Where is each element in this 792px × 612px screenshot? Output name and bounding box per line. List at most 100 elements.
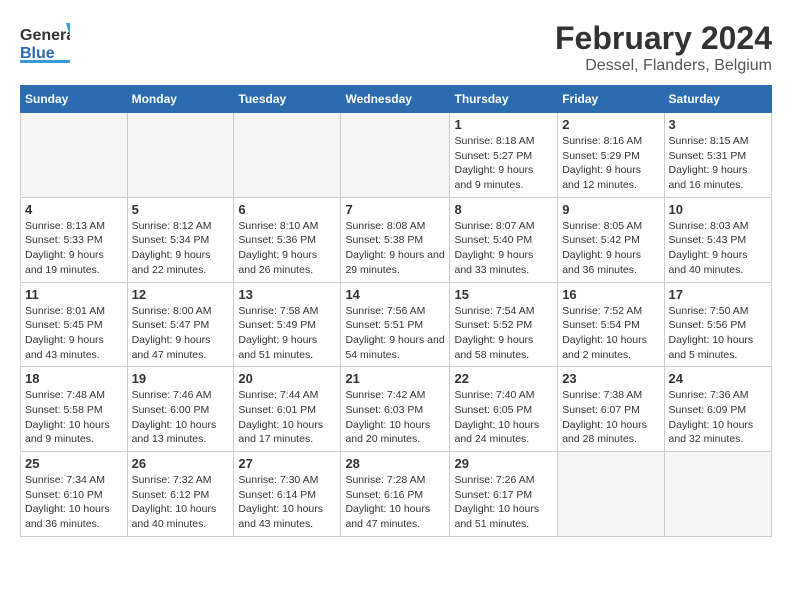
day-number: 21 <box>345 371 445 386</box>
day-info: Sunrise: 7:54 AMSunset: 5:52 PMDaylight:… <box>454 304 553 363</box>
day-info: Sunrise: 7:56 AMSunset: 5:51 PMDaylight:… <box>345 304 445 363</box>
day-number: 16 <box>562 287 659 302</box>
day-number: 7 <box>345 202 445 217</box>
day-info: Sunrise: 8:01 AMSunset: 5:45 PMDaylight:… <box>25 304 123 363</box>
day-number: 10 <box>669 202 767 217</box>
calendar-day: 27 Sunrise: 7:30 AMSunset: 6:14 PMDayligh… <box>234 452 341 537</box>
calendar-day: 12 Sunrise: 8:00 AMSunset: 5:47 PMDayligh… <box>127 282 234 367</box>
weekday-header-saturday: Saturday <box>664 86 771 113</box>
day-number: 27 <box>238 456 336 471</box>
calendar-day: 19 Sunrise: 7:46 AMSunset: 6:00 PMDayligh… <box>127 367 234 452</box>
day-info: Sunrise: 7:30 AMSunset: 6:14 PMDaylight:… <box>238 473 336 532</box>
title-section: February 2024 Dessel, Flanders, Belgium <box>555 20 772 75</box>
calendar-day: 18 Sunrise: 7:48 AMSunset: 5:58 PMDayligh… <box>21 367 128 452</box>
calendar-day: 5 Sunrise: 8:12 AMSunset: 5:34 PMDaylight… <box>127 197 234 282</box>
day-number: 4 <box>25 202 123 217</box>
calendar-day: 8 Sunrise: 8:07 AMSunset: 5:40 PMDaylight… <box>450 197 558 282</box>
calendar-day <box>127 113 234 198</box>
day-info: Sunrise: 7:42 AMSunset: 6:03 PMDaylight:… <box>345 388 445 447</box>
day-number: 8 <box>454 202 553 217</box>
calendar-day: 14 Sunrise: 7:56 AMSunset: 5:51 PMDayligh… <box>341 282 450 367</box>
day-number: 19 <box>132 371 230 386</box>
weekday-header-wednesday: Wednesday <box>341 86 450 113</box>
day-info: Sunrise: 7:46 AMSunset: 6:00 PMDaylight:… <box>132 388 230 447</box>
calendar-day: 11 Sunrise: 8:01 AMSunset: 5:45 PMDayligh… <box>21 282 128 367</box>
svg-text:Blue: Blue <box>20 45 55 62</box>
day-info: Sunrise: 8:10 AMSunset: 5:36 PMDaylight:… <box>238 219 336 278</box>
day-info: Sunrise: 7:58 AMSunset: 5:49 PMDaylight:… <box>238 304 336 363</box>
day-info: Sunrise: 8:16 AMSunset: 5:29 PMDaylight:… <box>562 134 659 193</box>
day-info: Sunrise: 8:12 AMSunset: 5:34 PMDaylight:… <box>132 219 230 278</box>
calendar-day: 17 Sunrise: 7:50 AMSunset: 5:56 PMDayligh… <box>664 282 771 367</box>
calendar-day: 23 Sunrise: 7:38 AMSunset: 6:07 PMDayligh… <box>558 367 664 452</box>
calendar-day: 25Sunrise: 7:34 AMSunset: 6:10 PMDayligh… <box>21 452 128 537</box>
day-number: 23 <box>562 371 659 386</box>
calendar-week-3: 11 Sunrise: 8:01 AMSunset: 5:45 PMDayligh… <box>21 282 772 367</box>
calendar-day: 26Sunrise: 7:32 AMSunset: 6:12 PMDayligh… <box>127 452 234 537</box>
day-number: 17 <box>669 287 767 302</box>
calendar-week-4: 18 Sunrise: 7:48 AMSunset: 5:58 PMDayligh… <box>21 367 772 452</box>
weekday-header-tuesday: Tuesday <box>234 86 341 113</box>
day-number: 11 <box>25 287 123 302</box>
calendar-day: 4 Sunrise: 8:13 AMSunset: 5:33 PMDaylight… <box>21 197 128 282</box>
day-info: Sunrise: 8:13 AMSunset: 5:33 PMDaylight:… <box>25 219 123 278</box>
calendar-day: 1 Sunrise: 8:18 AMSunset: 5:27 PMDaylight… <box>450 113 558 198</box>
day-number: 6 <box>238 202 336 217</box>
day-info: Sunrise: 8:00 AMSunset: 5:47 PMDaylight:… <box>132 304 230 363</box>
day-info: Sunrise: 7:48 AMSunset: 5:58 PMDaylight:… <box>25 388 123 447</box>
day-number: 29 <box>454 456 553 471</box>
calendar-day: 22 Sunrise: 7:40 AMSunset: 6:05 PMDayligh… <box>450 367 558 452</box>
day-info: Sunrise: 7:28 AMSunset: 6:16 PMDaylight:… <box>345 473 445 532</box>
day-number: 2 <box>562 117 659 132</box>
day-number: 22 <box>454 371 553 386</box>
day-number: 26 <box>132 456 230 471</box>
month-year: February 2024 <box>555 20 772 57</box>
calendar-day: 29 Sunrise: 7:26 AMSunset: 6:17 PMDayligh… <box>450 452 558 537</box>
location: Dessel, Flanders, Belgium <box>555 57 772 75</box>
day-info: Sunrise: 8:05 AMSunset: 5:42 PMDaylight:… <box>562 219 659 278</box>
day-number: 14 <box>345 287 445 302</box>
calendar-day: 13 Sunrise: 7:58 AMSunset: 5:49 PMDayligh… <box>234 282 341 367</box>
day-info: Sunrise: 8:18 AMSunset: 5:27 PMDaylight:… <box>454 134 553 193</box>
day-number: 3 <box>669 117 767 132</box>
calendar-day: 2 Sunrise: 8:16 AMSunset: 5:29 PMDaylight… <box>558 113 664 198</box>
weekday-header-sunday: Sunday <box>21 86 128 113</box>
day-number: 13 <box>238 287 336 302</box>
day-number: 12 <box>132 287 230 302</box>
day-number: 15 <box>454 287 553 302</box>
calendar-day: 9 Sunrise: 8:05 AMSunset: 5:42 PMDaylight… <box>558 197 664 282</box>
day-info: Sunrise: 8:15 AMSunset: 5:31 PMDaylight:… <box>669 134 767 193</box>
day-number: 18 <box>25 371 123 386</box>
calendar-day <box>21 113 128 198</box>
calendar-day: 20 Sunrise: 7:44 AMSunset: 6:01 PMDayligh… <box>234 367 341 452</box>
calendar-day <box>341 113 450 198</box>
day-number: 1 <box>454 117 553 132</box>
weekday-header-thursday: Thursday <box>450 86 558 113</box>
day-info: Sunrise: 8:07 AMSunset: 5:40 PMDaylight:… <box>454 219 553 278</box>
calendar-day: 10 Sunrise: 8:03 AMSunset: 5:43 PMDayligh… <box>664 197 771 282</box>
day-info: Sunrise: 7:38 AMSunset: 6:07 PMDaylight:… <box>562 388 659 447</box>
day-info: Sunrise: 7:52 AMSunset: 5:54 PMDaylight:… <box>562 304 659 363</box>
calendar-day: 24Sunrise: 7:36 AMSunset: 6:09 PMDayligh… <box>664 367 771 452</box>
calendar-day: 7 Sunrise: 8:08 AMSunset: 5:38 PMDaylight… <box>341 197 450 282</box>
logo: General Blue <box>20 20 70 65</box>
day-number: 25 <box>25 456 123 471</box>
calendar-day <box>664 452 771 537</box>
day-number: 28 <box>345 456 445 471</box>
day-number: 5 <box>132 202 230 217</box>
day-info: Sunrise: 8:08 AMSunset: 5:38 PMDaylight:… <box>345 219 445 278</box>
day-info: Sunrise: 7:50 AMSunset: 5:56 PMDaylight:… <box>669 304 767 363</box>
header: General Blue February 2024 Dessel, Fland… <box>20 20 772 75</box>
day-number: 24 <box>669 371 767 386</box>
day-number: 20 <box>238 371 336 386</box>
day-info: Sunrise: 8:03 AMSunset: 5:43 PMDaylight:… <box>669 219 767 278</box>
day-number: 9 <box>562 202 659 217</box>
day-info: Sunrise: 7:40 AMSunset: 6:05 PMDaylight:… <box>454 388 553 447</box>
day-info: Sunrise: 7:44 AMSunset: 6:01 PMDaylight:… <box>238 388 336 447</box>
calendar-table: SundayMondayTuesdayWednesdayThursdayFrid… <box>20 85 772 537</box>
day-info: Sunrise: 7:26 AMSunset: 6:17 PMDaylight:… <box>454 473 553 532</box>
calendar-day: 3 Sunrise: 8:15 AMSunset: 5:31 PMDaylight… <box>664 113 771 198</box>
weekday-header-friday: Friday <box>558 86 664 113</box>
weekday-header-monday: Monday <box>127 86 234 113</box>
calendar-day: 21 Sunrise: 7:42 AMSunset: 6:03 PMDayligh… <box>341 367 450 452</box>
